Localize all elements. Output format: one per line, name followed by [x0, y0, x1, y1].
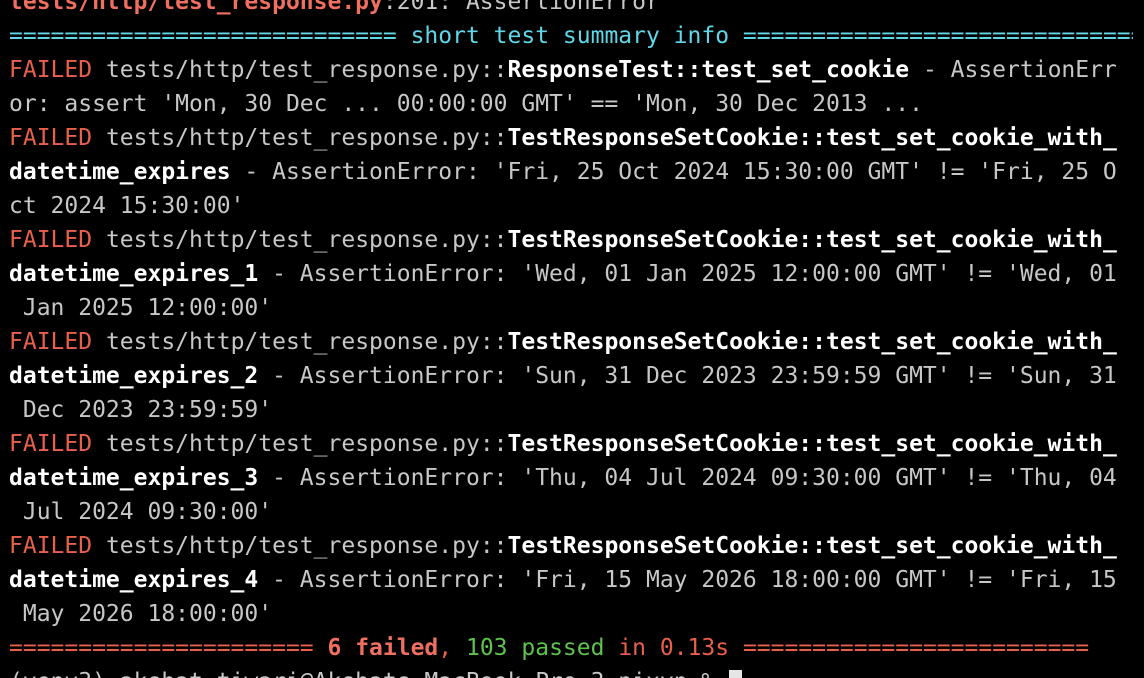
result-comma: , [438, 635, 466, 661]
failure-message-tail: ct 2024 15:30:00' [9, 193, 245, 219]
failure-message-wrap: - AssertionError: 'Wed, 01 Jan 2025 12:0… [258, 261, 1117, 287]
test-file-path: tests/http/test_response.py:: [92, 227, 508, 253]
failure-line: FAILED tests/http/test_response.py::Test… [9, 529, 1133, 563]
run-duration: in 0.13s [604, 635, 730, 661]
test-name: TestResponseSetCookie::test_set_cookie_w… [507, 533, 1117, 559]
test-file-path: tests/http/test_response.py:: [92, 431, 508, 457]
failure-message-wrap: - AssertionError: 'Sun, 31 Dec 2023 23:5… [258, 363, 1117, 389]
result-summary: ====================== 6 failed, 103 pas… [9, 631, 1133, 665]
test-name: TestResponseSetCookie::test_set_cookie_w… [507, 431, 1117, 457]
failed-count: 6 failed [327, 635, 439, 661]
test-name: ResponseTest::test_set_cookie [507, 57, 910, 83]
block-cursor-icon [729, 669, 743, 678]
failed-status: FAILED [9, 125, 93, 151]
test-name-wrap: datetime_expires [9, 159, 231, 185]
failure-message-wrap: or: assert 'Mon, 30 Dec ... 00:00:00 GMT… [9, 91, 923, 117]
failure-line-wrap: datetime_expires_3 - AssertionError: 'Th… [9, 461, 1133, 495]
failure-line: FAILED tests/http/test_response.py::Test… [9, 325, 1133, 359]
failure-message: - AssertionErr [909, 57, 1117, 83]
test-name: TestResponseSetCookie::test_set_cookie_w… [507, 227, 1117, 253]
failure-line-wrap: datetime_expires_1 - AssertionError: 'We… [9, 257, 1133, 291]
test-file-path: tests/http/test_response.py:: [92, 329, 508, 355]
summary-title: short test summary info [396, 23, 743, 49]
traceback-tail-line: tests/http/test_response.py:201: Asserti… [9, 0, 1133, 19]
failure-message-tail: Jul 2024 09:30:00' [9, 499, 273, 525]
test-name-wrap: datetime_expires_2 [9, 363, 259, 389]
test-file-path: tests/http/test_response.py:: [92, 125, 508, 151]
test-file-path: tests/http/test_response.py:: [92, 533, 508, 559]
failure-line: FAILED tests/http/test_response.py::Test… [9, 223, 1133, 257]
summary-rule-right: ============================= [742, 23, 1133, 49]
result-rule-right: ========================= [729, 635, 1090, 661]
failure-message-wrap: - AssertionError: 'Thu, 04 Jul 2024 09:3… [258, 465, 1117, 491]
failure-line: FAILED tests/http/test_response.py::Resp… [9, 53, 1133, 87]
failure-line: FAILED tests/http/test_response.py::Test… [9, 121, 1133, 155]
failure-line-wrap: datetime_expires - AssertionError: 'Fri,… [9, 155, 1133, 189]
test-name: TestResponseSetCookie::test_set_cookie_w… [507, 125, 1117, 151]
result-rule-left: ====================== [9, 635, 328, 661]
test-name-wrap: datetime_expires_1 [9, 261, 259, 287]
failure-line: FAILED tests/http/test_response.py::Test… [9, 427, 1133, 461]
failure-line-wrap: or: assert 'Mon, 30 Dec ... 00:00:00 GMT… [9, 87, 1133, 121]
failure-message-tail: May 2026 18:00:00' [9, 601, 273, 627]
terminal-window[interactable]: tests/http/test_response.py:201: Asserti… [0, 0, 1144, 678]
failed-status: FAILED [9, 431, 93, 457]
shell-prompt-line[interactable]: (venv3) akshat.tiwari@Akshats-MacBook-Pr… [9, 665, 1133, 678]
test-name: TestResponseSetCookie::test_set_cookie_w… [507, 329, 1117, 355]
summary-header: ============================ short test … [9, 19, 1133, 53]
failure-message-wrap: - AssertionError: 'Fri, 15 May 2026 18:0… [258, 567, 1117, 593]
failed-status: FAILED [9, 227, 93, 253]
failure-message-tail: Dec 2023 23:59:59' [9, 397, 273, 423]
shell-prompt: (venv3) akshat.tiwari@Akshats-MacBook-Pr… [9, 669, 729, 678]
failed-status: FAILED [9, 57, 93, 83]
terminal-output: tests/http/test_response.py:201: Asserti… [9, 0, 1133, 678]
failed-status: FAILED [9, 329, 93, 355]
traceback-error: :201: AssertionError [382, 0, 660, 15]
summary-rule-left: ============================ [9, 23, 397, 49]
test-name-wrap: datetime_expires_3 [9, 465, 259, 491]
failure-message-wrap: - AssertionError: 'Fri, 25 Oct 2024 15:3… [230, 159, 1117, 185]
passed-count: 103 passed [465, 635, 605, 661]
test-name-wrap: datetime_expires_4 [9, 567, 259, 593]
failure-line-wrap: datetime_expires_2 - AssertionError: 'Su… [9, 359, 1133, 393]
test-file-path: tests/http/test_response.py:: [92, 57, 508, 83]
failure-message-tail: Jan 2025 12:00:00' [9, 295, 273, 321]
failed-status: FAILED [9, 533, 93, 559]
failure-line-wrap: datetime_expires_4 - AssertionError: 'Fr… [9, 563, 1133, 597]
traceback-path: tests/http/test_response.py [9, 0, 383, 15]
